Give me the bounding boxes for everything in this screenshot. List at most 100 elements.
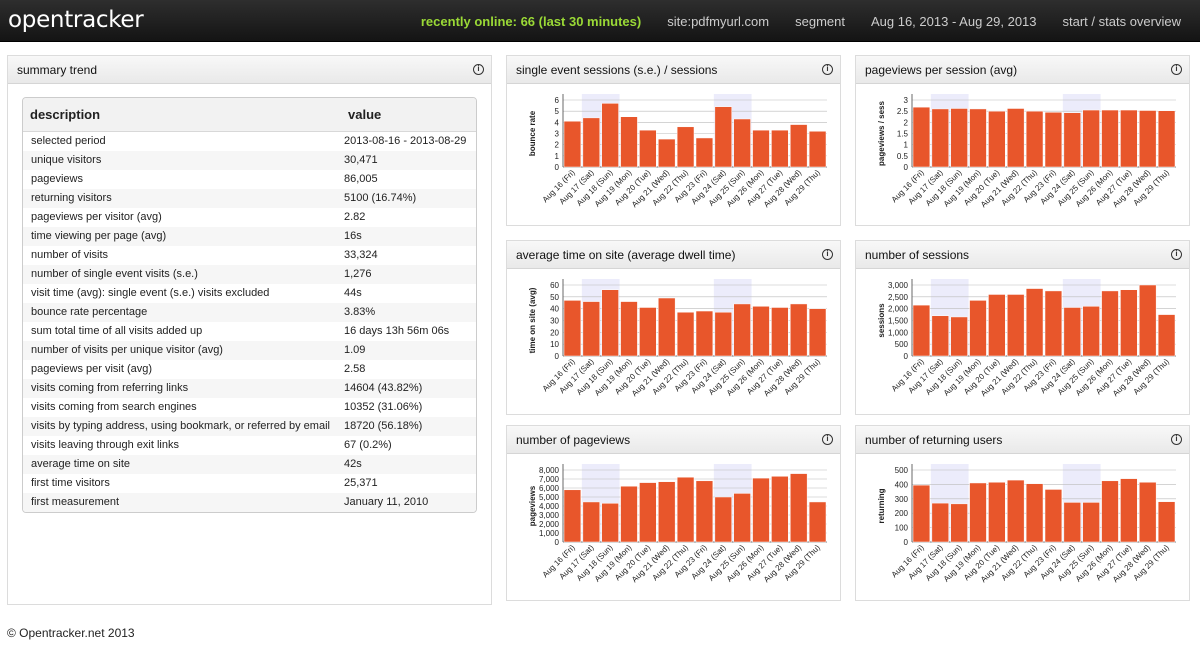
bar bbox=[988, 481, 1006, 543]
bar bbox=[563, 300, 582, 357]
row-value: 1.09 bbox=[341, 340, 476, 360]
bar bbox=[752, 129, 770, 168]
bar bbox=[658, 138, 676, 168]
bar bbox=[771, 476, 789, 543]
panel-title: average time on site (average dwell time… bbox=[516, 248, 736, 262]
panel-header: number of pageviews i bbox=[507, 426, 840, 454]
y-tick-label: 5,000 bbox=[539, 493, 560, 502]
date-range-selector[interactable]: Aug 16, 2013 - Aug 29, 2013 bbox=[871, 14, 1037, 29]
info-icon[interactable]: i bbox=[1171, 434, 1182, 445]
row-value: 10352 (31.06%) bbox=[344, 400, 423, 413]
y-tick-label: 2,000 bbox=[539, 520, 560, 529]
y-tick-label: 7,000 bbox=[539, 475, 560, 484]
panel-header: single event sessions (s.e.) / sessions i bbox=[507, 56, 840, 84]
chart-panel-bounce: single event sessions (s.e.) / sessions i… bbox=[506, 55, 841, 226]
bar bbox=[1025, 288, 1044, 357]
info-icon[interactable]: i bbox=[473, 64, 484, 75]
y-tick-label: 0 bbox=[904, 163, 909, 172]
row-description: number of visits per unique visitor (avg… bbox=[23, 340, 341, 360]
bar bbox=[639, 482, 657, 543]
bar bbox=[620, 485, 638, 543]
row-value: 1,276 bbox=[341, 264, 476, 284]
y-tick-label: 500 bbox=[895, 466, 909, 475]
bar bbox=[808, 308, 827, 357]
bar bbox=[752, 306, 770, 357]
recently-online-link[interactable]: recently online: 66 (last 30 minutes) bbox=[421, 14, 641, 29]
y-tick-label: 2 bbox=[904, 118, 909, 127]
bar bbox=[1025, 110, 1044, 168]
info-icon[interactable]: i bbox=[1171, 64, 1182, 75]
info-icon[interactable]: i bbox=[822, 249, 833, 260]
bar bbox=[790, 124, 808, 168]
bar bbox=[658, 481, 676, 543]
bar bbox=[790, 473, 808, 543]
row-description: first time visitors bbox=[31, 476, 110, 489]
bar bbox=[1139, 481, 1157, 543]
bar bbox=[988, 110, 1006, 168]
bar bbox=[1063, 502, 1081, 543]
bar bbox=[714, 311, 732, 357]
table-row: first measurement January 11, 2010 bbox=[23, 492, 476, 512]
y-tick-label: 6 bbox=[555, 96, 560, 105]
y-axis-label: sessions bbox=[877, 303, 886, 338]
panel-title: number of returning users bbox=[865, 433, 1003, 447]
sessions-chart: 05001,0001,5002,0002,5003,000sessionsAug… bbox=[877, 279, 1176, 398]
row-value: 5100 (16.74%) bbox=[341, 188, 476, 208]
bar bbox=[1139, 110, 1157, 168]
bar bbox=[1157, 314, 1176, 357]
y-tick-label: 0 bbox=[555, 538, 560, 547]
row-value: 16 days 13h 56m 06s bbox=[344, 324, 450, 337]
bar bbox=[912, 106, 931, 168]
top-nav: recently online: 66 (last 30 minutes) si… bbox=[421, 0, 1200, 42]
bar bbox=[1044, 290, 1063, 357]
bar bbox=[563, 120, 582, 168]
bar bbox=[1063, 112, 1081, 168]
bar bbox=[1157, 110, 1176, 168]
info-icon[interactable]: i bbox=[1171, 249, 1182, 260]
bar bbox=[1101, 480, 1119, 543]
bar bbox=[1007, 294, 1025, 357]
row-value: 25,371 bbox=[344, 476, 378, 489]
footer-copyright: © Opentracker.net 2013 bbox=[7, 626, 135, 640]
row-value: 2.58 bbox=[344, 362, 366, 375]
y-axis-label: returning bbox=[877, 488, 886, 523]
row-value: 44s bbox=[344, 286, 362, 299]
table-row: visits coming from referring links 14604 … bbox=[23, 378, 476, 398]
info-icon[interactable]: i bbox=[822, 64, 833, 75]
info-icon[interactable]: i bbox=[822, 434, 833, 445]
row-value: 67 (0.2%) bbox=[344, 438, 392, 451]
y-axis-label: pageviews / sess bbox=[877, 100, 886, 165]
panel-title: single event sessions (s.e.) / sessions bbox=[516, 63, 718, 77]
table-row: pageviews per visit (avg) 2.58 bbox=[23, 360, 476, 379]
y-tick-label: 200 bbox=[895, 509, 909, 518]
segment-selector[interactable]: segment bbox=[795, 14, 845, 29]
y-tick-label: 500 bbox=[895, 340, 909, 349]
table-row: visits by typing address, using bookmark… bbox=[23, 416, 476, 436]
summary-table: description value selected period 2013-08… bbox=[23, 98, 476, 512]
y-tick-label: 40 bbox=[550, 305, 559, 314]
bar bbox=[695, 137, 714, 168]
bar bbox=[733, 303, 751, 357]
pageviews-per-session-chart: 00.511.522.53pageviews / sessAug 16 (Fri… bbox=[877, 94, 1176, 209]
site-selector[interactable]: site:pdfmyurl.com bbox=[667, 14, 769, 29]
y-tick-label: 1 bbox=[904, 141, 909, 150]
bar bbox=[808, 501, 827, 543]
bar bbox=[950, 503, 968, 543]
bar bbox=[582, 117, 600, 168]
y-tick-label: 0 bbox=[555, 352, 560, 361]
panel-title: pageviews per session (avg) bbox=[865, 63, 1018, 77]
row-description: first measurement bbox=[23, 492, 341, 512]
y-tick-label: 1.5 bbox=[897, 130, 909, 139]
y-tick-label: 0 bbox=[904, 352, 909, 361]
summary-trend-panel: summary trend i description value select… bbox=[7, 55, 492, 605]
bar bbox=[912, 304, 931, 357]
row-description: visits by typing address, using bookmark… bbox=[23, 416, 341, 436]
table-row: unique visitors 30,471 bbox=[23, 150, 476, 170]
bounce-rate-chart: 0123456bounce rateAug 16 (Fri)Aug 17 (Sa… bbox=[528, 94, 827, 209]
breadcrumb[interactable]: start / stats overview bbox=[1063, 14, 1181, 29]
bar bbox=[771, 307, 789, 357]
bar bbox=[969, 108, 987, 168]
logo[interactable]: opentracker bbox=[8, 7, 144, 33]
time-on-site-chart: 0102030405060time on site (avg)Aug 16 (F… bbox=[528, 279, 827, 398]
bar bbox=[969, 300, 987, 357]
